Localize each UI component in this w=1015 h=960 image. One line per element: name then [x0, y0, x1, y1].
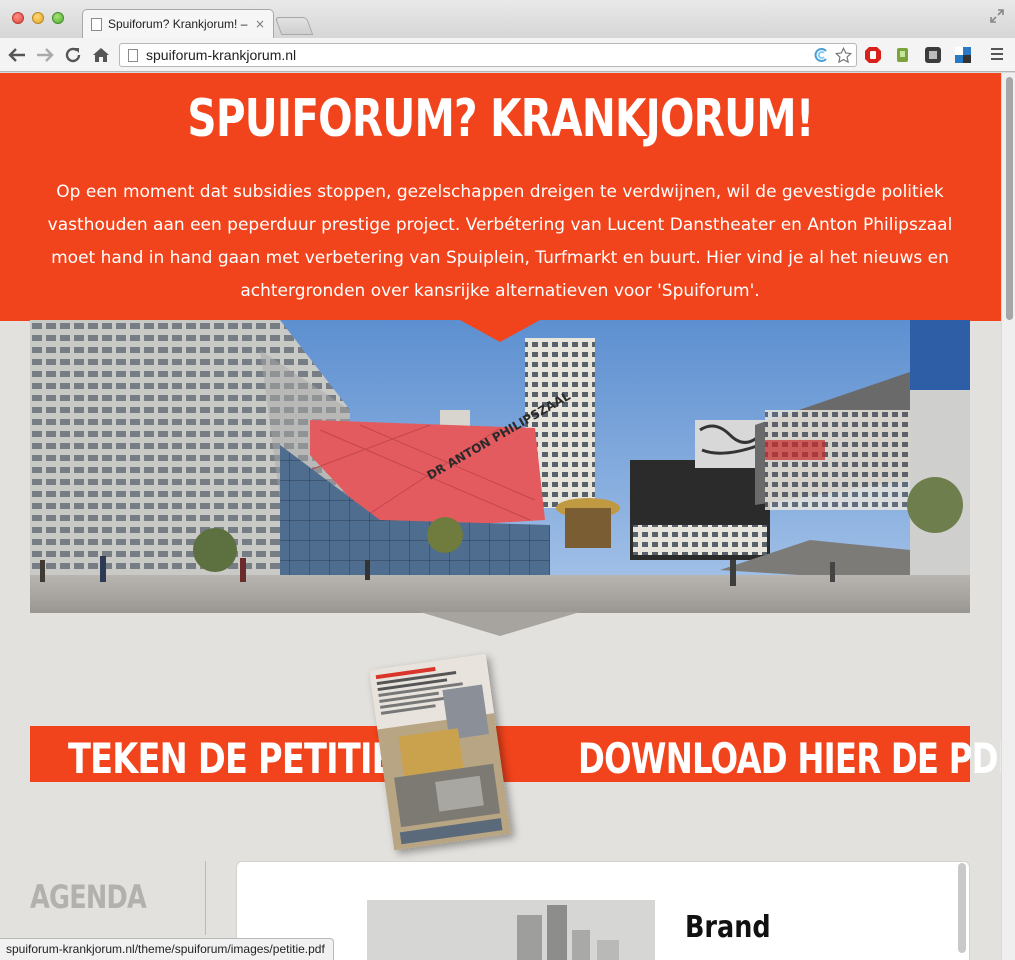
download-pdf-label: DOWNLOAD HIER DE PDF — [578, 734, 1001, 783]
page-favicon-icon — [91, 17, 102, 31]
browser-toolbar: spuiforum-krankjorum.nl — [0, 38, 1015, 72]
reload-icon[interactable] — [62, 44, 84, 66]
browser-menu-icon[interactable] — [991, 48, 1003, 63]
back-icon[interactable] — [6, 44, 28, 66]
url-text[interactable]: spuiforum-krankjorum.nl — [146, 47, 812, 63]
spuiplein-photo: DR ANTON PHILIPSZAAL — [30, 320, 970, 613]
petition-pdf-thumbnail[interactable] — [368, 653, 512, 851]
sign-petition-label: TEKEN DE PETITIE — [68, 734, 395, 783]
agenda-heading: AGENDA — [30, 878, 147, 916]
home-icon[interactable] — [90, 44, 112, 66]
minimize-window-button[interactable] — [32, 12, 44, 24]
forward-icon[interactable] — [34, 44, 56, 66]
agenda-scrollbar[interactable] — [958, 863, 966, 953]
tab-close-icon[interactable]: × — [255, 17, 265, 31]
fullscreen-icon[interactable] — [989, 8, 1005, 24]
hero-banner: SPUIFORUM? KRANKJORUM! Op een moment dat… — [0, 73, 1001, 321]
page-viewport: SPUIFORUM? KRANKJORUM! Op een moment dat… — [0, 73, 1001, 960]
translate-icon[interactable] — [812, 46, 830, 64]
agenda-item-image[interactable] — [367, 900, 655, 960]
browser-tab[interactable]: Spuiforum? Krankjorum! – × — [82, 9, 274, 38]
extension-evernote-icon[interactable] — [894, 46, 912, 64]
close-window-button[interactable] — [12, 12, 24, 24]
extension-screen-capture-icon[interactable] — [924, 46, 942, 64]
page-scroll-thumb[interactable] — [1006, 77, 1013, 320]
page-scrollbar[interactable] — [1001, 73, 1015, 960]
intro-paragraph: Op een moment dat subsidies stoppen, gez… — [47, 182, 953, 301]
hero-notch — [460, 320, 540, 342]
adblock-icon[interactable] — [864, 46, 882, 64]
address-bar[interactable]: spuiforum-krankjorum.nl — [119, 43, 857, 67]
agenda-divider — [205, 861, 206, 935]
bookmark-star-icon[interactable] — [834, 46, 852, 64]
zoom-window-button[interactable] — [52, 12, 64, 24]
link-status-bubble: spuiforum-krankjorum.nl/theme/spuiforum/… — [0, 938, 334, 960]
agenda-item-title[interactable]: Brand — [685, 910, 771, 945]
new-tab-button[interactable] — [274, 17, 314, 35]
page-icon — [128, 48, 138, 62]
extension-window-resizer-icon[interactable] — [954, 46, 972, 64]
page-title: SPUIFORUM? KRANKJORUM! — [187, 89, 814, 149]
download-pdf-button[interactable]: DOWNLOAD HIER DE PDF — [500, 726, 1001, 783]
agenda-card: Brand — [236, 861, 970, 960]
photo-notch — [420, 612, 580, 636]
browser-titlebar: Spuiforum? Krankjorum! – × — [0, 0, 1015, 38]
tab-title: Spuiforum? Krankjorum! – — [108, 17, 248, 31]
